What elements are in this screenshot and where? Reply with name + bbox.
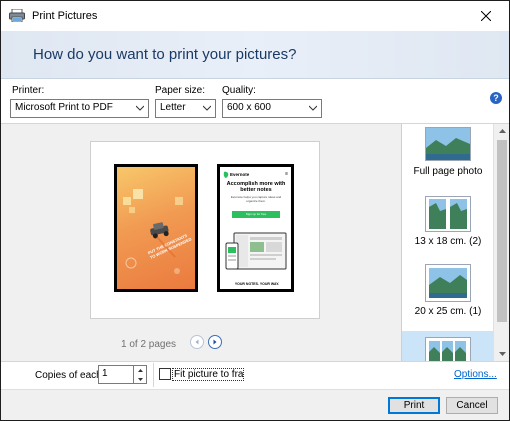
layout-option-13x18[interactable]: 13 x 18 cm. (2): [402, 188, 493, 253]
print-button[interactable]: Print: [388, 397, 440, 414]
fit-picture-label[interactable]: Fit picture to frame: [172, 368, 244, 381]
layout-label: Full page photo: [413, 166, 483, 177]
evernote-brand: Evernote: [230, 171, 250, 177]
close-icon: [481, 11, 491, 21]
paper-size-label: Paper size:: [155, 85, 206, 96]
layout-thumbnail: [425, 337, 471, 361]
copies-label: Copies of each: [35, 370, 102, 381]
wallet-thumbnail-image: [429, 341, 466, 361]
layout-list[interactable]: Full page photo 13 x 18 cm. (2) 20 x 25 …: [401, 124, 493, 361]
scroll-down-button[interactable]: [494, 347, 510, 361]
divider: [1, 361, 509, 362]
paper-size-select[interactable]: Letter: [155, 99, 216, 118]
layout-thumbnail: [425, 264, 471, 302]
evernote-cta-button: Sign up for free: [232, 211, 280, 218]
single-photo-thumbnail-image: [429, 268, 467, 298]
help-icon[interactable]: ?: [490, 92, 502, 104]
chevron-down-icon: [309, 105, 317, 111]
page-indicator: 1 of 2 pages: [121, 339, 177, 350]
printer-value: Microsoft Print to PDF: [15, 102, 113, 113]
chevron-down-icon: [136, 105, 144, 111]
separator: [153, 363, 154, 387]
printer-label: Printer:: [12, 85, 45, 96]
evernote-footer: YOUR NOTES. YOUR WAY.: [234, 282, 280, 286]
quality-select[interactable]: 600 x 600: [222, 99, 322, 118]
layout-thumbnail: [425, 127, 471, 161]
layout-label: 13 x 18 cm. (2): [414, 236, 482, 247]
chevron-down-icon: [203, 105, 211, 111]
printer-select[interactable]: Microsoft Print to PDF: [10, 99, 149, 118]
print-pictures-window: Print Pictures How do you want to print …: [0, 0, 510, 421]
preview-page: PUT THE CONSTANTS TO WORK SUSPENDED Ever…: [90, 141, 320, 319]
options-link[interactable]: Options...: [454, 369, 497, 380]
next-page-button[interactable]: [208, 335, 222, 349]
spinner-down-button[interactable]: [134, 375, 146, 384]
evernote-headline: Accomplish more with better notes: [226, 181, 286, 193]
layout-option-full-page[interactable]: Full page photo: [402, 124, 493, 188]
quality-value: 600 x 600: [227, 102, 271, 113]
quality-label: Quality:: [222, 85, 256, 96]
title-bar: Print Pictures: [1, 1, 509, 31]
cancel-button[interactable]: Cancel: [446, 397, 498, 414]
close-button[interactable]: [463, 1, 509, 31]
paper-size-value: Letter: [160, 102, 186, 113]
arrow-right-icon: [213, 339, 217, 345]
chevron-up-icon: [137, 369, 143, 372]
previous-page-button[interactable]: [190, 335, 204, 349]
preview-photo-2: Evernote ≡ Accomplish more with better n…: [217, 164, 294, 292]
menu-icon: ≡: [285, 171, 288, 177]
chevron-up-icon: [498, 129, 506, 133]
layout-scrollbar[interactable]: [493, 124, 509, 361]
evernote-header: Evernote ≡: [223, 170, 288, 178]
dialog-footer: Print Cancel: [1, 389, 509, 420]
layout-thumbnail: [425, 196, 471, 232]
orange-scene-image: [123, 189, 183, 274]
layout-option-20x25[interactable]: 20 x 25 cm. (1): [402, 253, 493, 325]
landscape-thumbnail-image: [426, 128, 470, 160]
layout-option-selected[interactable]: [402, 331, 493, 361]
fit-picture-checkbox[interactable]: [159, 368, 171, 380]
two-photo-thumbnail-image: [429, 199, 467, 229]
window-title: Print Pictures: [32, 10, 98, 22]
copies-spinner[interactable]: [134, 365, 147, 384]
preview-area: PUT THE CONSTANTS TO WORK SUSPENDED Ever…: [1, 124, 401, 361]
layout-label: 20 x 25 cm. (1): [414, 306, 482, 317]
device-mockup-image: [225, 232, 287, 270]
preview-photo-1: PUT THE CONSTANTS TO WORK SUSPENDED: [114, 164, 198, 292]
printer-app-icon: [9, 9, 25, 22]
spinner-up-button[interactable]: [134, 366, 146, 375]
chevron-down-icon: [498, 352, 506, 356]
chevron-down-icon: [137, 378, 143, 381]
header-band: How do you want to print your pictures?: [1, 31, 509, 79]
scroll-thumb[interactable]: [497, 140, 507, 322]
evernote-body: Evernote helps you capture ideas and org…: [230, 195, 282, 203]
header-question: How do you want to print your pictures?: [33, 46, 297, 63]
scroll-up-button[interactable]: [494, 124, 510, 138]
evernote-logo-icon: [223, 171, 229, 178]
copies-input[interactable]: 1: [98, 365, 134, 384]
arrow-left-icon: [195, 339, 199, 345]
